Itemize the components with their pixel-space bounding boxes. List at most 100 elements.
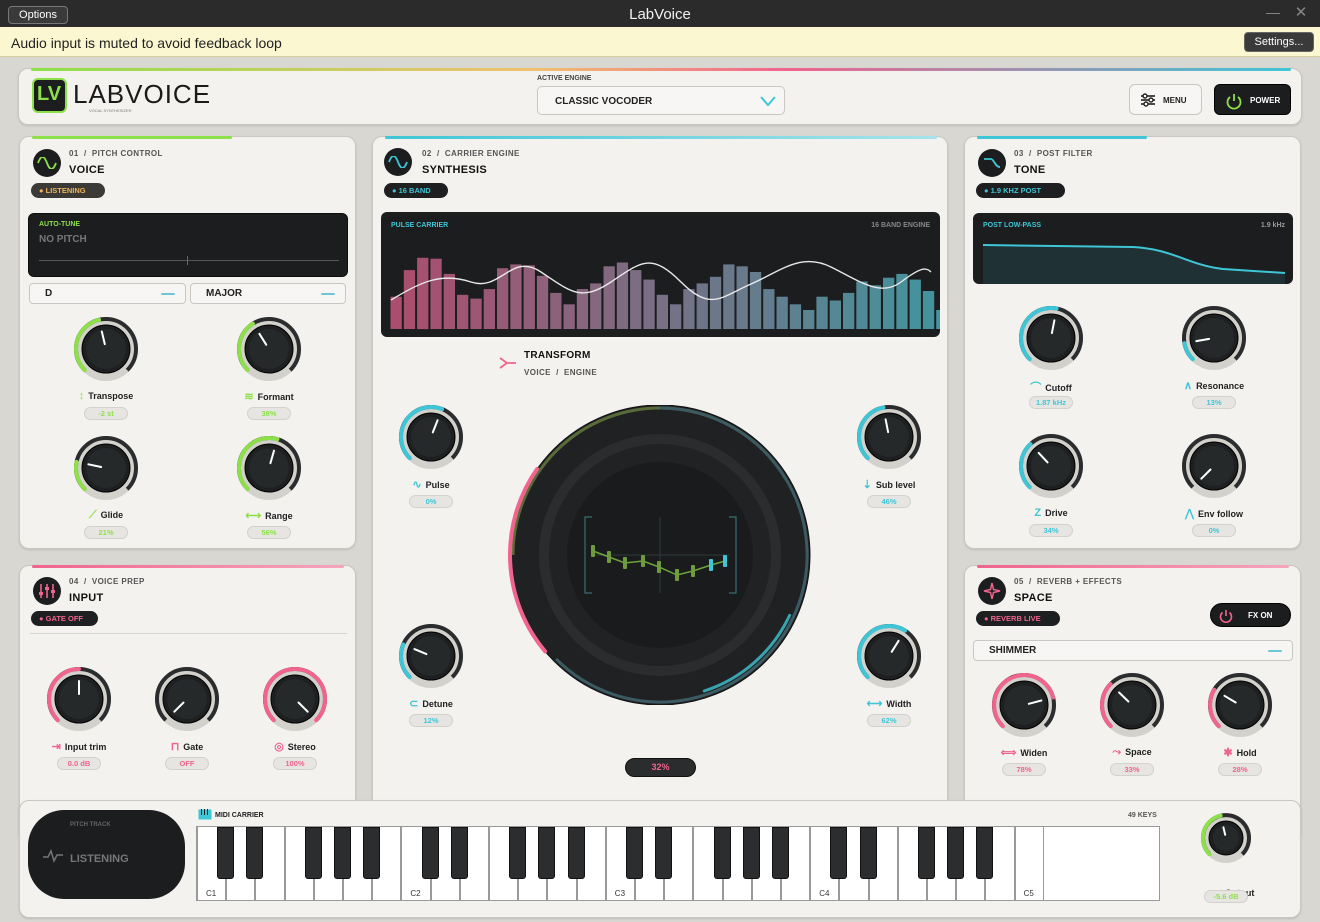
- band-bar: [816, 296, 828, 329]
- black-key[interactable]: [509, 827, 527, 879]
- gate-knob[interactable]: [152, 664, 222, 734]
- black-key[interactable]: [859, 827, 877, 879]
- piano-keyboard[interactable]: C1 C2 C3 C4 C5: [196, 826, 1160, 901]
- resonance-knob[interactable]: [1179, 303, 1249, 373]
- hold-knob[interactable]: [1205, 670, 1275, 740]
- width-value: 62%: [867, 714, 911, 727]
- range-knob[interactable]: [234, 433, 304, 503]
- width-knob[interactable]: [854, 621, 924, 691]
- key-select[interactable]: D: [29, 283, 186, 304]
- reverb-preset-value: SHIMMER: [989, 645, 1037, 656]
- output-knob[interactable]: [1198, 810, 1254, 866]
- band-bar: [670, 304, 682, 329]
- glide-label-row: ⟋ Glide: [76, 509, 136, 522]
- fx-toggle-label: FX ON: [1248, 611, 1273, 620]
- env-follow-label: Env follow: [1198, 509, 1244, 519]
- power-button[interactable]: POWER: [1214, 84, 1291, 115]
- black-key[interactable]: [772, 827, 789, 879]
- band-bar: [603, 266, 615, 329]
- sub-level-icon: ⇣: [862, 479, 872, 491]
- black-key[interactable]: [334, 827, 351, 879]
- pulse-knob[interactable]: [396, 402, 466, 472]
- black-key[interactable]: [450, 827, 468, 879]
- band-bar: [789, 304, 802, 329]
- band-bar: [856, 281, 868, 329]
- glide-value: 21%: [84, 526, 128, 539]
- band-bar: [883, 277, 895, 329]
- band-bar: [576, 289, 589, 329]
- env-follow-label-row: ⋀ Env follow: [1184, 507, 1244, 520]
- settings-button[interactable]: Settings...: [1244, 32, 1314, 52]
- voice-section-label: 01 / PITCH CONTROL: [69, 149, 163, 158]
- band-bar: [630, 270, 642, 329]
- transform-icon: [499, 357, 516, 369]
- band-bar: [656, 294, 668, 329]
- sine-wave-icon: [33, 149, 61, 177]
- stereo-knob[interactable]: [260, 664, 330, 734]
- env-follow-icon: ⋀: [1184, 508, 1195, 520]
- black-key[interactable]: [363, 827, 381, 879]
- transform-subtitle: VOICE / ENGINE: [524, 368, 598, 377]
- widen-label: Widen: [1020, 748, 1048, 758]
- hold-value: 28%: [1218, 763, 1262, 776]
- filter-display: POST LOW-PASS 1.9 kHz: [973, 213, 1293, 284]
- stereo-value: 100%: [273, 757, 317, 770]
- black-key[interactable]: [246, 827, 264, 879]
- reverb-preset-select[interactable]: SHIMMER: [973, 640, 1293, 661]
- black-key[interactable]: [713, 827, 731, 879]
- band-bar: [803, 310, 815, 329]
- range-value: 56%: [247, 526, 291, 539]
- black-key[interactable]: [538, 827, 556, 879]
- formant-knob[interactable]: [234, 314, 304, 384]
- detune-knob[interactable]: [396, 621, 466, 691]
- logo-mark: LV: [32, 78, 67, 113]
- band-bar: [896, 273, 908, 329]
- mixer-icon: [33, 577, 61, 605]
- band-bar: [922, 291, 935, 329]
- cutoff-value: 1.87 kHz: [1029, 396, 1073, 409]
- black-key[interactable]: [742, 827, 760, 879]
- black-key[interactable]: [976, 827, 994, 879]
- black-key[interactable]: [217, 827, 235, 879]
- plugin-body: LV LABVOICE VOCAL SYNTHESIZER ACTIVE ENG…: [0, 57, 1320, 922]
- pulse-value: 0%: [409, 495, 453, 508]
- detune-label: Detune: [422, 699, 453, 709]
- env-follow-knob[interactable]: [1179, 431, 1249, 501]
- window-title: LabVoice: [629, 6, 691, 23]
- input-trim-knob[interactable]: [44, 664, 114, 734]
- black-key[interactable]: [947, 827, 965, 879]
- close-button[interactable]: ✕: [1294, 3, 1308, 21]
- black-key[interactable]: [830, 827, 848, 879]
- glide-knob[interactable]: [71, 433, 141, 503]
- engine-select[interactable]: CLASSIC VOCODER: [537, 86, 785, 115]
- drive-value: 34%: [1029, 524, 1073, 537]
- menu-button[interactable]: MENU: [1129, 84, 1202, 115]
- app-window: Options LabVoice — ✕ Audio input is mute…: [0, 0, 1320, 922]
- space-icon: ⤳: [1112, 746, 1122, 758]
- fx-toggle-button[interactable]: FX ON: [1210, 603, 1291, 627]
- resonance-peak-icon: ∧: [1184, 380, 1193, 392]
- band-bar: [417, 257, 429, 330]
- black-key[interactable]: [567, 827, 585, 879]
- black-key[interactable]: [626, 827, 643, 879]
- power-icon: [1226, 94, 1242, 110]
- tone-title: TONE: [1014, 164, 1046, 176]
- scale-select[interactable]: MAJOR: [190, 283, 346, 304]
- transform-xy-pad[interactable]: [497, 405, 823, 705]
- waves-icon: ≋: [244, 391, 254, 403]
- widen-knob[interactable]: [989, 670, 1059, 740]
- sub-level-knob[interactable]: [854, 402, 924, 472]
- range-label: Range: [265, 511, 293, 521]
- keyboard-blank-area: [1043, 827, 1159, 900]
- black-key[interactable]: [421, 827, 439, 879]
- cutoff-knob[interactable]: [1016, 303, 1086, 373]
- minimize-button[interactable]: —: [1266, 4, 1280, 20]
- black-key[interactable]: [304, 827, 322, 879]
- black-key[interactable]: [918, 827, 935, 879]
- glide-icon: ⟋: [88, 509, 97, 521]
- drive-knob[interactable]: [1016, 431, 1086, 501]
- transpose-knob[interactable]: [71, 314, 141, 384]
- space-knob[interactable]: [1097, 670, 1167, 740]
- black-key[interactable]: [655, 827, 673, 879]
- power-icon: [1219, 610, 1233, 624]
